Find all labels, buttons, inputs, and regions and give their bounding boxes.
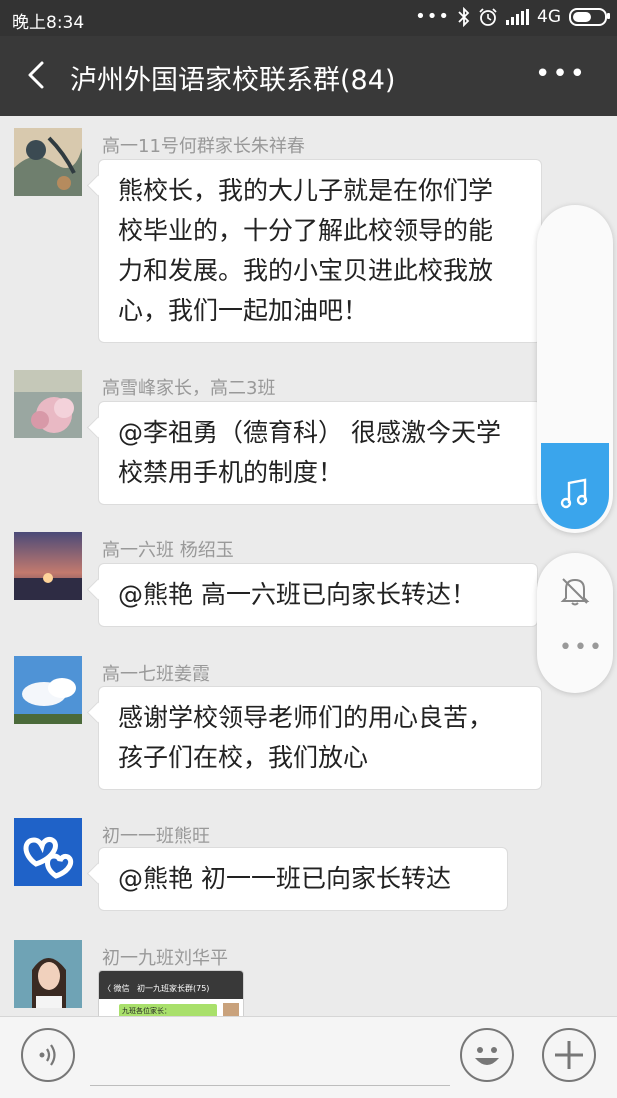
floral-painting-avatar [14,128,82,196]
message-text: 校禁用手机的制度！ [118,458,344,487]
mute-bell-icon[interactable] [560,575,590,607]
sender-name: 高一七班姜霞 [102,664,210,685]
girl-photo-avatar [14,940,82,1008]
alarm-icon [479,7,497,26]
floating-controls: ••• [537,553,613,693]
chat-title: 泸州外国语家校联系群(84) [70,65,396,96]
avatar[interactable] [14,532,82,600]
message-text: 力和发展。我的小宝贝进此校我放 [118,256,494,285]
thumbnail-back: 〈 微信 [103,984,130,993]
sender-name: 初一一班熊旺 [102,826,210,847]
message-bubble[interactable]: @熊艳 初一一班已向家长转达 [98,847,508,911]
message-text: 感谢学校领导老师们的用心良苦， [118,703,494,732]
image-message-thumbnail[interactable]: 〈 微信 初一九班家长群(75) 九班各位家长： [98,970,244,1020]
message-text: 孩子们在校，我们放心 [118,743,369,772]
signal-icon [506,8,529,25]
cloud-hearts-avatar [14,818,82,886]
message-bubble[interactable]: @熊艳 高一六班已向家长转达！ [98,563,538,627]
message-bubble[interactable]: 感谢学校领导老师们的用心良苦， 孩子们在校，我们放心 [98,686,542,790]
avatar[interactable] [14,370,82,438]
pink-flower-avatar [14,370,82,438]
message-text: 心，我们一起加油吧！ [118,296,369,325]
add-attachment-button[interactable] [542,1028,596,1082]
sender-name: 高雪峰家长，高二3班 [102,378,276,399]
music-note-icon[interactable] [559,477,591,511]
avatar[interactable] [14,128,82,196]
smiley-icon [475,1047,499,1065]
message-text: @李祖勇（德育科） 很感激今天学 [118,418,501,447]
back-arrow-icon[interactable] [22,60,52,90]
sender-name: 初一九班刘华平 [102,948,228,969]
more-notifications-icon: ••• [415,6,450,27]
message-bubble[interactable]: 熊校长，我的大儿子就是在你们学 校毕业的，十分了解此校领导的能 力和发展。我的小… [98,159,542,343]
status-time: 晚上8:34 [12,13,85,33]
sunset-avatar [14,532,82,600]
music-player-float[interactable] [537,205,613,533]
battery-icon [569,7,610,26]
chat-header: 泸州外国语家校联系群(84) ••• [0,36,617,116]
message-text: @熊艳 高一六班已向家长转达！ [118,580,476,609]
sender-name: 高一11号何群家长朱祥春 [102,136,305,157]
avatar[interactable] [14,656,82,724]
message-text: @熊艳 初一一班已向家长转达 [118,864,451,893]
sender-name: 高一六班 杨绍玉 [102,540,234,561]
voice-icon [39,1044,56,1066]
message-text: 熊校长，我的大儿子就是在你们学 [118,176,494,205]
avatar[interactable] [14,818,82,886]
voice-button[interactable] [21,1028,75,1082]
message-text: 校毕业的，十分了解此校领导的能 [118,216,494,245]
bluetooth-icon [458,6,470,27]
status-icons: ••• 4G [415,6,610,27]
plus-icon [555,1041,583,1069]
group-menu-button[interactable]: ••• [535,61,587,87]
input-bar [0,1016,617,1098]
thumbnail-title: 初一九班家长群(75) [137,984,210,993]
more-options-icon[interactable]: ••• [559,637,604,659]
thumbnail-header: 〈 微信 初一九班家长群(75) [99,971,243,999]
avatar[interactable] [14,940,82,1008]
network-label: 4G [537,6,561,27]
message-bubble[interactable]: @李祖勇（德育科） 很感激今天学 校禁用手机的制度！ [98,401,542,505]
status-bar: 晚上8:34 ••• 4G [0,0,617,36]
emoji-button[interactable] [460,1028,514,1082]
sky-clouds-avatar [14,656,82,724]
message-input[interactable] [90,1037,450,1086]
